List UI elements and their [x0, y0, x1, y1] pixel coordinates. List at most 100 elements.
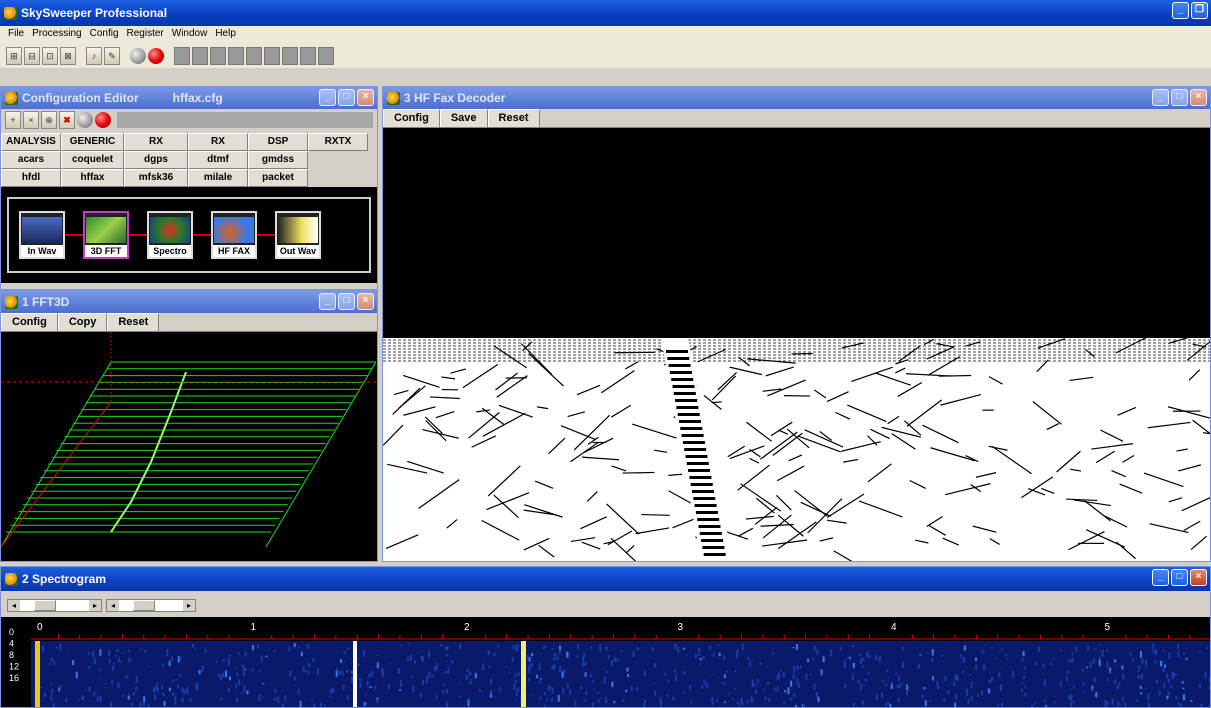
y-tick-label: 4: [9, 639, 14, 649]
tab-milale[interactable]: milale: [188, 169, 248, 187]
maximize-icon[interactable]: □: [1171, 89, 1188, 106]
menu-bar: File Processing Config Register Window H…: [0, 26, 1211, 44]
module-out-wav[interactable]: Out Wav: [275, 211, 321, 259]
x-tick-label: 0: [37, 622, 43, 633]
module-3d-fft[interactable]: 3D FFT: [83, 211, 129, 259]
window-icon: [5, 295, 18, 309]
menu-processing[interactable]: Processing: [28, 28, 85, 42]
close-icon[interactable]: ×: [1190, 569, 1207, 586]
tab-dtmf[interactable]: dtmf: [188, 151, 248, 169]
tab-dgps[interactable]: dgps: [124, 151, 188, 169]
config-editor-window: Configuration Editor hffax.cfg _ □ × + ×…: [0, 86, 378, 290]
y-tick-label: 8: [9, 650, 14, 660]
fft-config-button[interactable]: Config: [1, 313, 58, 331]
menu-help[interactable]: Help: [211, 28, 240, 42]
open-icon[interactable]: ⊟: [24, 47, 40, 65]
module-spectro[interactable]: Spectro: [147, 211, 193, 259]
tab-rx[interactable]: RX: [124, 133, 188, 151]
tab-rx-2[interactable]: RX: [188, 133, 248, 151]
disabled-tool-icon: [282, 47, 298, 65]
x-tick-label: 2: [464, 622, 470, 633]
add-icon[interactable]: +: [5, 111, 21, 129]
fft-copy-button[interactable]: Copy: [57, 313, 108, 331]
spectrogram-scrollbars: ◂ ▸ ◂ ▸: [1, 597, 1210, 613]
speaker-out-icon: [278, 217, 318, 243]
maximize-icon[interactable]: □: [338, 293, 355, 310]
disabled-tool-icon: [246, 47, 262, 65]
horizontal-scrollbar-2[interactable]: ◂ ▸: [106, 598, 196, 612]
fft3d-title: 1 FFT3D: [22, 295, 70, 309]
disabled-tool-icon: [228, 47, 244, 65]
tab-acars[interactable]: acars: [1, 151, 61, 169]
disabled-tool-icon: [174, 47, 190, 65]
properties-icon[interactable]: ⊕: [41, 111, 57, 129]
tab-hffax[interactable]: hffax: [61, 169, 124, 187]
fax-image: [383, 128, 1210, 561]
stop-icon[interactable]: [77, 112, 93, 128]
minimize-icon[interactable]: _: [1152, 569, 1169, 586]
tab-packet[interactable]: packet: [248, 169, 308, 187]
fax-icon: [214, 217, 254, 243]
spectro-icon: [150, 217, 190, 243]
maximize-icon[interactable]: □: [1171, 569, 1188, 586]
app-icon: [4, 6, 17, 20]
maximize-icon[interactable]: □: [338, 89, 355, 106]
tab-coquelet[interactable]: coquelet: [61, 151, 124, 169]
tab-gmdss[interactable]: gmdss: [248, 151, 308, 169]
tab-analysis[interactable]: ANALYSIS: [1, 133, 61, 151]
x-tick-label: 5: [1105, 622, 1111, 633]
tab-rxtx[interactable]: RXTX: [308, 133, 368, 151]
x-tick-label: 1: [251, 622, 257, 633]
config-editor-title: Configuration Editor: [22, 91, 139, 105]
minimize-icon[interactable]: _: [319, 293, 336, 310]
fft3d-plot: [0, 332, 377, 548]
pen-icon[interactable]: ✎: [104, 47, 120, 65]
minimize-icon[interactable]: _: [1172, 2, 1189, 19]
tab-hfdl[interactable]: hfdl: [1, 169, 61, 187]
fax-config-button[interactable]: Config: [383, 109, 440, 127]
close-icon[interactable]: ×: [357, 89, 374, 106]
record-icon[interactable]: [148, 48, 164, 64]
spectrogram-title: 2 Spectrogram: [22, 572, 107, 586]
fax-reset-button[interactable]: Reset: [487, 109, 540, 127]
close-icon[interactable]: ×: [1190, 89, 1207, 106]
x-tick-label: 4: [891, 622, 897, 633]
module-chain: In Wav 3D FFT Spectro HF FAX Out Wav: [7, 197, 371, 273]
new-icon[interactable]: ⊞: [6, 47, 22, 65]
fft-icon: [86, 217, 126, 243]
close-icon[interactable]: ×: [357, 293, 374, 310]
delete-icon[interactable]: ×: [23, 111, 39, 129]
disabled-tool-icon: [318, 47, 334, 65]
module-flow-area: In Wav 3D FFT Spectro HF FAX Out Wav: [1, 187, 377, 283]
fft-reset-button[interactable]: Reset: [107, 313, 160, 331]
save-icon[interactable]: ⊡: [42, 47, 58, 65]
remove-icon[interactable]: ✖: [59, 111, 75, 129]
menu-window[interactable]: Window: [168, 28, 212, 42]
y-tick-label: 12: [9, 662, 19, 672]
run-icon[interactable]: [95, 112, 111, 128]
horizontal-scrollbar-1[interactable]: ◂ ▸: [7, 598, 102, 612]
module-tabs: ANALYSIS GENERIC RX RX DSP RXTX acars co…: [1, 133, 377, 187]
speaker-icon[interactable]: ♪: [86, 47, 102, 65]
config-toolbar: + × ⊕ ✖: [1, 109, 377, 131]
disabled-tool-icon: [264, 47, 280, 65]
menu-file[interactable]: File: [4, 28, 28, 42]
tab-generic[interactable]: GENERIC: [61, 133, 124, 151]
stop-icon[interactable]: [130, 48, 146, 64]
module-hf-fax[interactable]: HF FAX: [211, 211, 257, 259]
tab-mfsk36[interactable]: mfsk36: [124, 169, 188, 187]
app-title: SkySweeper Professional: [21, 6, 168, 20]
saveas-icon[interactable]: ⊠: [60, 47, 76, 65]
menu-config[interactable]: Config: [86, 28, 123, 42]
restore-icon[interactable]: ❐: [1191, 2, 1208, 19]
app-titlebar: SkySweeper Professional _ ❐: [0, 0, 1211, 26]
menu-register[interactable]: Register: [123, 28, 168, 42]
minimize-icon[interactable]: _: [1152, 89, 1169, 106]
disabled-tool-icon: [300, 47, 316, 65]
fax-decoder-window: 3 HF Fax Decoder _ □ × Config Save Reset: [382, 86, 1211, 562]
module-in-wav[interactable]: In Wav: [19, 211, 65, 259]
tab-dsp[interactable]: DSP: [248, 133, 308, 151]
window-icon: [5, 572, 18, 586]
minimize-icon[interactable]: _: [319, 89, 336, 106]
fax-save-button[interactable]: Save: [439, 109, 488, 127]
